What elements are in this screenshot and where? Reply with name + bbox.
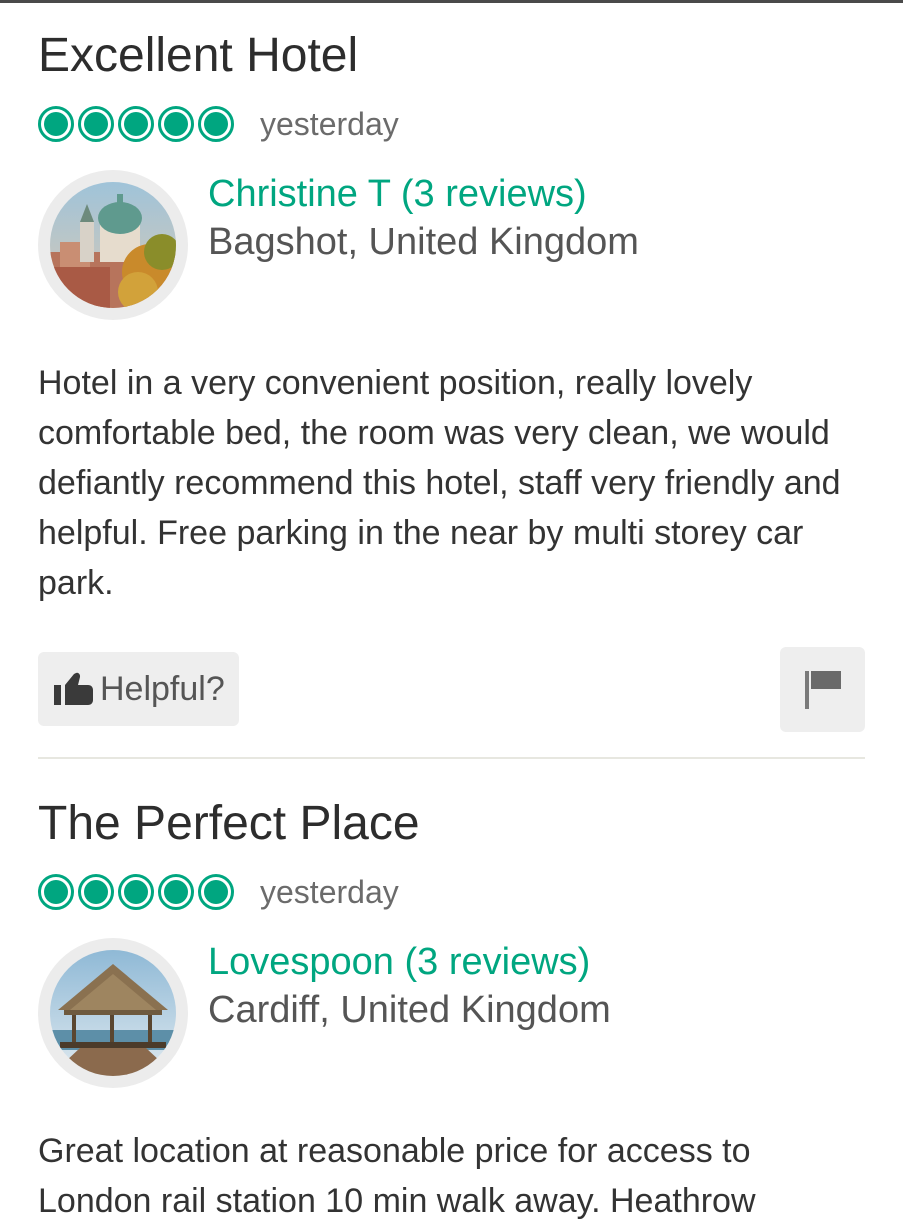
avatar[interactable] — [38, 938, 188, 1088]
rating-bubble-icon — [78, 106, 114, 142]
avatar-image — [50, 950, 176, 1076]
review-body: Hotel in a very convenient position, rea… — [38, 364, 841, 602]
rating-bubble-icon — [198, 874, 234, 910]
rating-bubbles — [38, 106, 238, 142]
rating-bubble-icon — [118, 874, 154, 910]
helpful-button[interactable]: Helpful? — [38, 652, 239, 726]
rating-bubble-icon — [78, 874, 114, 910]
review-body: Great location at reasonable price for a… — [38, 1132, 756, 1220]
avatar-image — [50, 182, 176, 308]
reviewer-location: Cardiff, United Kingdom — [208, 989, 611, 1031]
reviewer-name-link[interactable]: Lovespoon (3 reviews) — [208, 938, 590, 986]
top-divider — [0, 0, 903, 3]
rating-bubbles — [38, 874, 238, 910]
rating-bubble-icon — [118, 106, 154, 142]
avatar[interactable] — [38, 170, 188, 320]
review-date: yesterday — [260, 873, 399, 910]
reviewer-info: Christine T (3 reviews) Bagshot, United … — [38, 170, 865, 322]
review-date: yesterday — [260, 105, 399, 142]
flag-icon — [804, 670, 841, 709]
rating-row: yesterday — [38, 870, 399, 914]
review-title[interactable]: Excellent Hotel — [38, 28, 358, 84]
rating-bubble-icon — [198, 106, 234, 142]
rating-row: yesterday — [38, 102, 399, 146]
thumbs-up-icon — [54, 672, 93, 705]
rating-bubble-icon — [158, 874, 194, 910]
review-title[interactable]: The Perfect Place — [38, 796, 420, 852]
rating-bubble-icon — [38, 874, 74, 910]
report-flag-button[interactable] — [780, 647, 865, 732]
reviewer-name-link[interactable]: Christine T (3 reviews) — [208, 170, 587, 218]
reviewer-info: Lovespoon (3 reviews) Cardiff, United Ki… — [38, 938, 865, 1090]
reviewer-location: Bagshot, United Kingdom — [208, 221, 639, 263]
review-divider — [38, 757, 865, 759]
rating-bubble-icon — [158, 106, 194, 142]
rating-bubble-icon — [38, 106, 74, 142]
helpful-label: Helpful? — [100, 669, 225, 708]
